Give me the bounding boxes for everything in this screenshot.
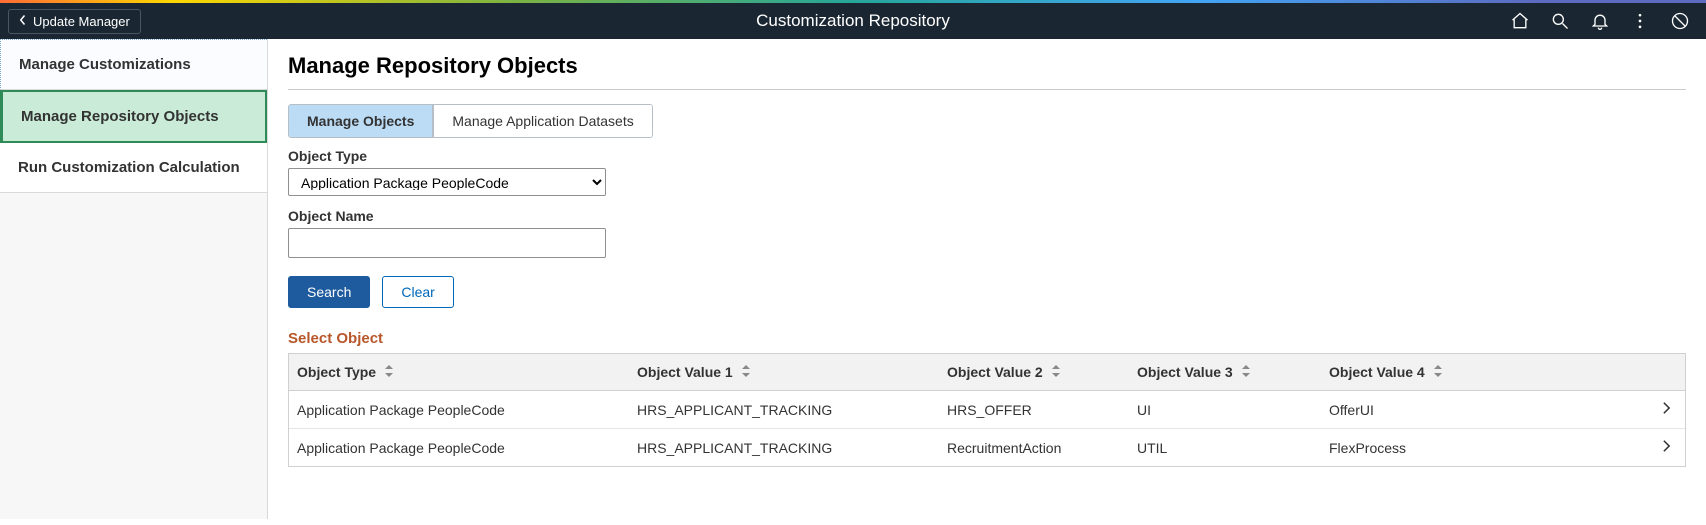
sidebar-item-label: Manage Repository Objects [21, 108, 219, 125]
column-header-action [1645, 354, 1685, 390]
column-header-object-value-4[interactable]: Object Value 4 [1321, 354, 1645, 390]
cell-object-value-3: UI [1129, 392, 1321, 428]
cell-object-value-4: OfferUI [1321, 392, 1645, 428]
cell-object-value-2: HRS_OFFER [939, 392, 1129, 428]
main-layout: Manage Customizations Manage Repository … [0, 39, 1706, 519]
sort-icon [741, 364, 751, 380]
column-label: Object Value 2 [947, 364, 1043, 380]
column-header-object-type[interactable]: Object Type [289, 354, 629, 390]
cell-object-value-3: UTIL [1129, 430, 1321, 466]
content-area: Manage Repository Objects Manage Objects… [268, 39, 1706, 519]
tab-manage-objects[interactable]: Manage Objects [289, 105, 433, 137]
sidebar-item-manage-repository-objects[interactable]: Manage Repository Objects [0, 90, 267, 143]
sort-icon [1051, 364, 1061, 380]
home-icon[interactable] [1500, 3, 1540, 39]
cell-object-type: Application Package PeopleCode [289, 392, 629, 428]
back-button-label: Update Manager [33, 14, 130, 29]
sidebar: Manage Customizations Manage Repository … [0, 39, 268, 519]
object-type-select[interactable]: Application Package PeopleCode [288, 168, 606, 196]
title-divider [288, 89, 1686, 90]
column-label: Object Value 1 [637, 364, 733, 380]
object-name-label: Object Name [288, 208, 1686, 224]
column-header-object-value-2[interactable]: Object Value 2 [939, 354, 1129, 390]
select-object-heading: Select Object [288, 330, 1686, 347]
chevron-right-icon[interactable] [1645, 391, 1685, 428]
clear-button[interactable]: Clear [382, 276, 453, 308]
column-header-object-value-3[interactable]: Object Value 3 [1129, 354, 1321, 390]
object-name-input[interactable] [288, 228, 606, 258]
cell-object-type: Application Package PeopleCode [289, 430, 629, 466]
cell-object-value-4: FlexProcess [1321, 430, 1645, 466]
page-header-title: Customization Repository [756, 11, 950, 31]
object-type-group: Object Type Application Package PeopleCo… [288, 148, 1686, 196]
action-button-row: Search Clear [288, 276, 1686, 308]
sign-out-icon[interactable] [1660, 3, 1700, 39]
column-label: Object Value 3 [1137, 364, 1233, 380]
column-header-object-value-1[interactable]: Object Value 1 [629, 354, 939, 390]
search-button[interactable]: Search [288, 276, 370, 308]
sidebar-item-label: Run Customization Calculation [18, 159, 240, 176]
object-name-group: Object Name [288, 208, 1686, 258]
sort-icon [1433, 364, 1443, 380]
column-label: Object Value 4 [1329, 364, 1425, 380]
search-icon[interactable] [1540, 3, 1580, 39]
app-header: Update Manager Customization Repository [0, 3, 1706, 39]
grid-header: Object Type Object Value 1 Object Value … [289, 354, 1685, 391]
chevron-right-icon[interactable] [1645, 429, 1685, 466]
table-row[interactable]: Application Package PeopleCode HRS_APPLI… [289, 429, 1685, 466]
object-type-label: Object Type [288, 148, 1686, 164]
tab-manage-application-datasets[interactable]: Manage Application Datasets [433, 105, 651, 137]
table-row[interactable]: Application Package PeopleCode HRS_APPLI… [289, 391, 1685, 429]
sidebar-item-manage-customizations[interactable]: Manage Customizations [0, 39, 267, 90]
back-button[interactable]: Update Manager [8, 9, 141, 34]
kebab-menu-icon[interactable] [1620, 3, 1660, 39]
chevron-left-icon [19, 14, 27, 29]
sidebar-item-run-customization-calculation[interactable]: Run Customization Calculation [0, 143, 267, 193]
header-icon-group [1500, 3, 1706, 39]
page-title: Manage Repository Objects [288, 53, 1686, 79]
sort-icon [1241, 364, 1251, 380]
tab-bar: Manage Objects Manage Application Datase… [288, 104, 653, 138]
notifications-icon[interactable] [1580, 3, 1620, 39]
cell-object-value-2: RecruitmentAction [939, 430, 1129, 466]
sidebar-item-label: Manage Customizations [19, 56, 191, 73]
tab-label: Manage Application Datasets [452, 113, 633, 129]
cell-object-value-1: HRS_APPLICANT_TRACKING [629, 430, 939, 466]
cell-object-value-1: HRS_APPLICANT_TRACKING [629, 392, 939, 428]
tab-label: Manage Objects [307, 113, 414, 129]
sort-icon [384, 364, 394, 380]
results-grid: Object Type Object Value 1 Object Value … [288, 353, 1686, 467]
column-label: Object Type [297, 364, 376, 380]
